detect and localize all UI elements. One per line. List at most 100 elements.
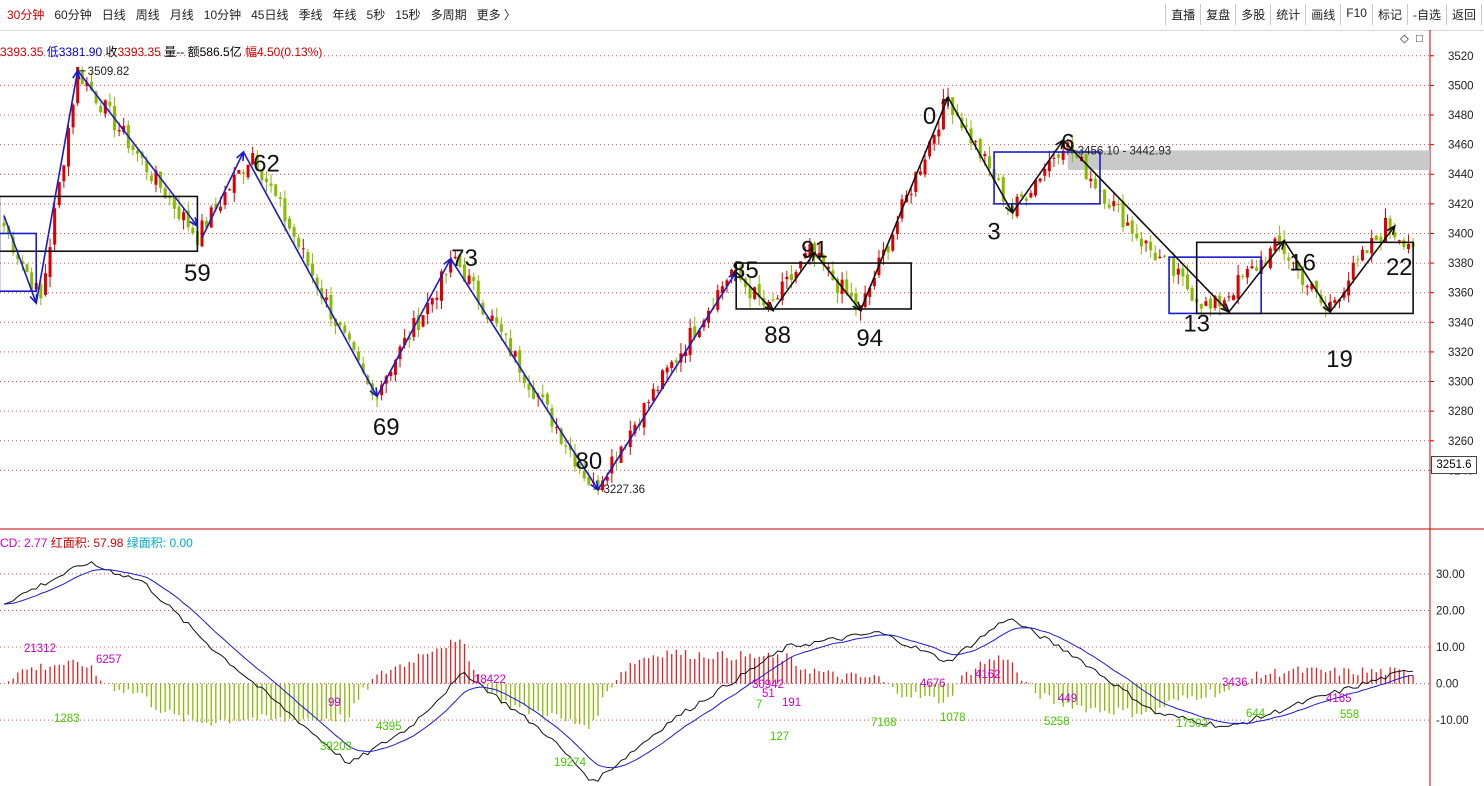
candle-body [1038,178,1042,182]
candle-body [347,333,351,340]
period-tab-8[interactable]: 年线 [328,6,362,23]
toolbar-button-7[interactable]: -自选 [1406,4,1447,25]
period-tab-9[interactable]: 5秒 [362,6,391,23]
black-wave-segment [1011,139,1064,214]
candle-body [1232,295,1236,301]
period-tab-11[interactable]: 多周期 [426,6,472,23]
period-tab-1[interactable]: 60分钟 [49,6,96,23]
candle-body [964,125,968,127]
y-tick-label: 3280 [1448,406,1474,418]
candle-body [131,145,135,150]
candle-body [1121,200,1125,228]
candle-body [789,274,793,281]
red-area-label: 红面积: [50,536,91,550]
candle-body [136,150,140,154]
y-tick-label: 3460 [1448,140,1474,152]
candles [2,66,1415,495]
macd-y-tick-label: 10.00 [1436,642,1465,654]
period-tab-3[interactable]: 周线 [131,6,165,23]
candle-body [301,248,305,250]
candle-body [670,361,674,368]
candle-body [43,273,47,295]
candle-body [218,206,222,211]
period-tab-10[interactable]: 15秒 [390,6,425,23]
candle-body [1144,240,1148,244]
candle-body [421,315,425,327]
toolbar-button-3[interactable]: 统计 [1270,4,1307,25]
candle-body [504,333,508,336]
candle-body [246,164,250,178]
y-tick-label: 3340 [1448,317,1474,329]
candle-body [283,198,287,222]
period-tab-0[interactable]: 30分钟 [2,6,49,23]
candle-body [499,324,503,332]
candle-body [1024,198,1028,201]
candle-body [1245,268,1249,278]
wave-label-14: 19 [1326,346,1353,373]
candle-body [182,212,186,221]
toolbar-button-2[interactable]: 多股 [1235,4,1272,25]
candle-body [1374,235,1378,241]
toolbar-button-8[interactable]: 返回 [1445,4,1482,25]
candle-body [1029,192,1033,198]
period-tab-2[interactable]: 日线 [97,6,131,23]
candle-body [1255,267,1259,271]
candle-body [776,298,780,300]
period-tab-7[interactable]: 季线 [293,6,327,23]
candle-body [665,367,669,373]
candle-body [1162,255,1166,257]
macd-green-label-4: 7 [756,699,762,711]
toolbar-button-0[interactable]: 直播 [1165,4,1202,25]
macd-green-label-6: 7168 [871,717,897,729]
wave-label-1: 62 [253,150,280,177]
candle-body [177,206,181,219]
macd-green-label-0: 1283 [54,713,80,725]
candle-body [57,182,61,206]
candle-body [1057,154,1061,158]
candle-body [1204,301,1208,307]
candle-body [1084,153,1088,180]
candle-body [651,388,655,401]
toolbar-button-5[interactable]: F10 [1340,4,1373,25]
candle-body [311,263,315,276]
period-tab-4[interactable]: 月线 [165,6,199,23]
candle-body [1360,249,1364,261]
macd-value: 2.77 [24,536,48,550]
period-tab-6[interactable]: 45日线 [246,6,293,23]
toolbar-button-1[interactable]: 复盘 [1200,4,1237,25]
period-toolbar: 30分钟 60分钟 日线 周线 月线 10分钟 45日线 季线 年线 5秒 15秒 多周期 更多 〉 直… [0,0,1484,31]
square-icon: □ [1416,33,1423,45]
candle-body [435,297,439,300]
toolbar-button-6[interactable]: 标记 [1371,4,1408,25]
candle-body [1365,250,1369,254]
candle-body [306,252,310,266]
candle-body [923,159,927,175]
candle-body [849,292,853,297]
y-tick-label: 3260 [1448,436,1474,448]
candle-body [909,194,913,196]
candle-body [352,342,356,350]
wave-label-8: 94 [856,325,883,352]
candle-body [25,264,29,273]
candle-body [1199,304,1203,309]
period-tab-12[interactable]: 更多 〉 [472,6,521,23]
candle-body [343,325,347,333]
macd-red-label-1: 6257 [96,654,122,666]
wave-label-6: 88 [764,322,791,349]
wave-label-0: 59 [184,260,211,287]
toolbar-button-4[interactable]: 画线 [1305,4,1342,25]
candle-body [1089,178,1093,182]
macd-red-label-8: 4162 [975,669,1001,681]
price-chart-canvas[interactable]: 3240326032803300332033403360338034003420… [0,30,1484,786]
candle-body [53,208,57,245]
macd-green-label-1: 39203 [320,741,352,753]
candle-body [932,134,936,144]
candle-body [987,156,991,169]
candle-body [191,227,195,234]
macd-info-line: CD: 2.77 红面积: 57.98 绿面积: 0.00 [0,534,193,551]
wave-label-10: 3 [987,219,1000,246]
y-tick-label: 3360 [1448,288,1474,300]
period-tab-5[interactable]: 10分钟 [199,6,246,23]
macd-y-tick-label: 0.00 [1436,679,1458,691]
candle-body [108,101,112,107]
